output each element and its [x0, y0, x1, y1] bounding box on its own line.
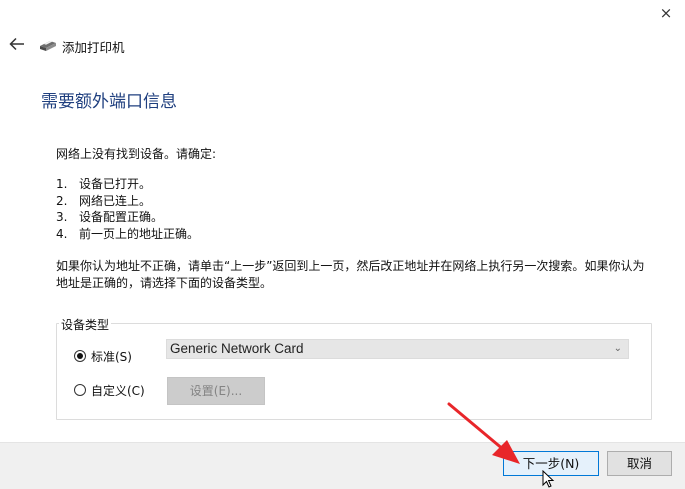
list-item-text: 网络已连上。: [79, 193, 152, 208]
device-type-group-label: 设备类型: [59, 316, 112, 333]
list-item: 1. 设备已打开。: [56, 176, 199, 193]
custom-radio[interactable]: [74, 384, 86, 396]
help-paragraph: 如果你认为地址不正确，请单击“上一步”返回到上一页，然后改正地址并在网络上执行另…: [56, 259, 645, 290]
custom-radio-label[interactable]: 自定义(C): [91, 382, 145, 399]
back-arrow-icon[interactable]: [8, 35, 26, 53]
standard-radio[interactable]: [74, 350, 86, 362]
list-item: 3. 设备配置正确。: [56, 209, 199, 226]
list-item-text: 前一页上的地址正确。: [79, 226, 200, 241]
list-item-number: 2.: [56, 193, 68, 208]
settings-button[interactable]: 设置(E)...: [167, 377, 265, 405]
device-type-select-value: Generic Network Card: [170, 341, 304, 356]
printer-icon: [40, 40, 56, 51]
standard-radio-label[interactable]: 标准(S): [91, 348, 132, 365]
device-type-group: [56, 323, 652, 420]
checklist: 1. 设备已打开。 2. 网络已连上。 3. 设备配置正确。 4. 前一页上的地址正确。: [56, 176, 199, 242]
list-item-text: 设备配置正确。: [79, 210, 164, 224]
list-item-text: 设备已打开。: [79, 177, 152, 191]
next-button[interactable]: 下一步(N): [503, 451, 599, 476]
chevron-down-icon: ⌄: [613, 343, 622, 354]
list-item: 2. 网络已连上。: [56, 193, 199, 210]
page-title: 需要额外端口信息: [41, 92, 177, 112]
list-item-number: 4.: [56, 226, 68, 241]
window-title: 添加打印机: [62, 40, 125, 55]
list-item-number: 1.: [56, 177, 68, 191]
intro-text: 网络上没有找到设备。请确定:: [56, 147, 217, 161]
device-type-select[interactable]: Generic Network Card ⌄: [166, 339, 629, 359]
list-item: 4. 前一页上的地址正确。: [56, 226, 199, 243]
list-item-number: 3.: [56, 210, 68, 224]
cancel-button[interactable]: 取消: [607, 451, 672, 476]
close-icon[interactable]: ×: [658, 4, 674, 22]
